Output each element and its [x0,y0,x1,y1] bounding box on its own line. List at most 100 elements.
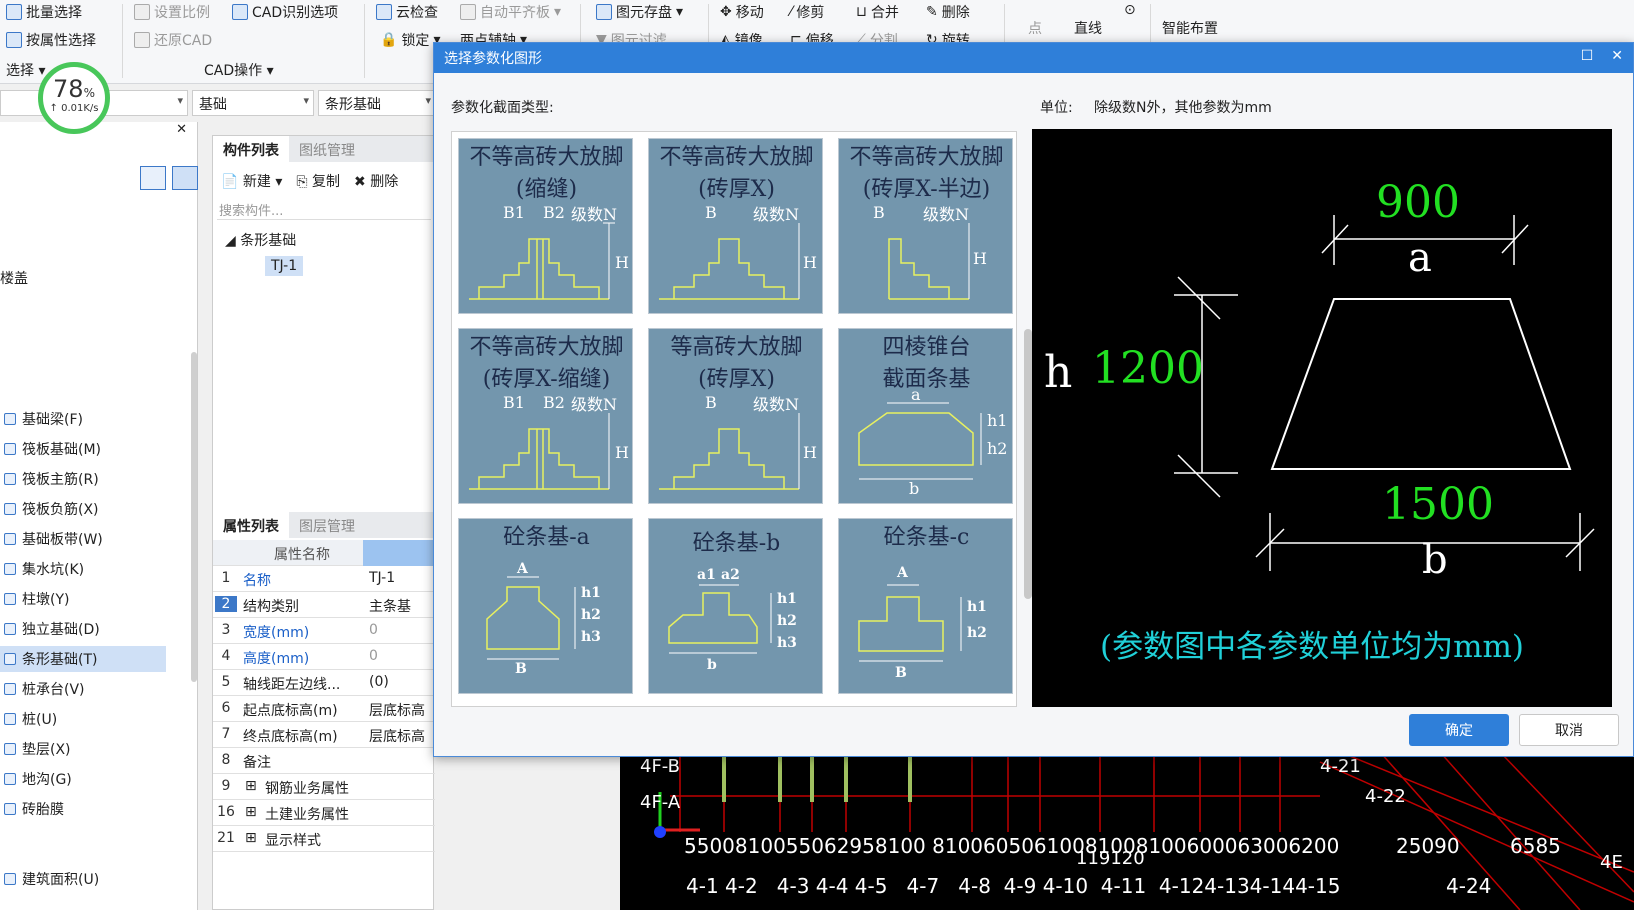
cad-recognize-options-button[interactable]: CAD识别选项 [232,2,338,22]
category-dropdown[interactable]: 基础 [192,90,314,116]
scale-icon [134,4,150,20]
nav-item[interactable]: 集水坑(K) [0,556,166,582]
ok-button[interactable]: 确定 [1409,714,1509,746]
select-by-property-button[interactable]: 按属性选择 [6,30,96,50]
batch-select-button[interactable]: 批量选择 [6,2,82,22]
nav-scrollbar[interactable] [191,352,197,682]
shape-thumb-frustum-strip[interactable]: 四棱锥台 截面条基 a h1 h2 b [838,328,1013,504]
point-button[interactable]: 点 [1028,18,1042,38]
nav-item-icon [4,653,16,665]
smart-layout-button[interactable]: 智能布置 [1162,18,1218,38]
component-tabs: 构件列表 图纸管理 [213,136,435,162]
nav-item[interactable]: 筏板主筋(R) [0,466,166,492]
merge-button[interactable]: ⊔ 合并 [856,2,899,22]
tab-component-list[interactable]: 构件列表 [213,136,289,162]
grid-view-icon[interactable] [172,166,198,190]
nav-item[interactable]: 筏板负筋(X) [0,496,166,522]
shape-thumb-brick-footing-shrink[interactable]: 不等高砖大放脚 (缩缝) B1 B2 级数N H [458,138,633,314]
expand-icon[interactable]: ⊞ [245,804,257,820]
trim-button[interactable]: ⁄ 修剪 [790,2,824,22]
property-row[interactable]: 1 名称 TJ-1 [213,566,435,592]
nav-item[interactable]: 桩承台(V) [0,676,166,702]
circle-tool-icon[interactable]: ⊙ [1124,2,1136,18]
nav-item[interactable]: 柱墩(Y) [0,586,166,612]
shape-thumb-concrete-strip-c[interactable]: 砼条基-c A h1 h2 B [838,518,1013,694]
nav-item[interactable]: 条形基础(T) [0,646,166,672]
tab-layer-management[interactable]: 图层管理 [289,512,365,538]
property-row[interactable]: 8 备注 [213,748,435,774]
line-button[interactable]: 直线 [1074,18,1102,38]
restore-icon [134,32,150,48]
cad-operations-dropdown[interactable]: CAD操作 ▾ [204,60,274,80]
property-row[interactable]: 5 轴线距左边线... (0) [213,670,435,696]
auto-level-slab-button[interactable]: 自动平齐板 ▾ [460,2,561,22]
nav-item[interactable]: 筏板基础(M) [0,436,166,462]
cancel-button[interactable]: 取消 [1519,714,1619,746]
list-view-icon[interactable] [140,166,166,190]
shape-thumb-equal-brick-footing[interactable]: 等高砖大放脚 (砖厚X) B 级数N H [648,328,823,504]
nav-item[interactable]: 独立基础(D) [0,616,166,642]
tab-drawing-management[interactable]: 图纸管理 [289,136,365,162]
nav-item-icon [4,683,16,695]
delete-button[interactable]: ✎ 删除 [926,2,970,22]
param-b-label: b [1422,537,1448,583]
property-row[interactable]: 3 宽度(mm) 0 [213,618,435,644]
nav-item-icon [4,623,16,635]
left-navigation-panel: ✕ 楼盖 基础梁(F) 筏板基础(M) 筏板主筋(R) 筏板负筋(X) 基础板带(W) 集… [0,122,198,910]
cad-drawing-canvas[interactable]: 4F-B 4F-A 4-21 4-22 4E 55008100550629581… [620,752,1634,910]
component-search-input[interactable]: 搜索构件... [217,198,431,220]
expand-icon[interactable]: ⊞ [245,778,257,794]
property-row[interactable]: 4 高度(mm) 0 [213,644,435,670]
close-icon[interactable]: ✕ [1611,48,1623,64]
shape-thumb-brick-footing-half[interactable]: 不等高砖大放脚 (砖厚X-半边) B 级数N H [838,138,1013,314]
tree-root-strip-foundation[interactable]: ◢ 条形基础 [225,230,296,250]
thumbnail-scrollbar[interactable] [1024,329,1032,599]
cad-red-gridlines [670,752,1320,832]
move-button[interactable]: ✥ 移动 [720,2,764,22]
nav-section-label: 楼盖 [0,271,28,287]
tab-property-list[interactable]: 属性列表 [213,512,289,538]
merge-icon: ⊔ [856,4,867,20]
nav-item[interactable]: 地沟(G) [0,766,166,792]
cloud-check-button[interactable]: 云检查 [376,2,438,22]
component-panel: 构件列表 图纸管理 📄 新建 ▾ ⎘ 复制 ✖ 删除 搜索构件... ◢ 条形基… [212,135,435,910]
shape-thumb-concrete-strip-a[interactable]: 砼条基-a A h1 h2 h3 B [458,518,633,694]
nav-item[interactable]: 砖胎膜 [0,796,166,822]
property-row[interactable]: 6 起点底标高(m) 层底标高 [213,696,435,722]
move-icon: ✥ [720,4,732,20]
lock-button[interactable]: 🔒 锁定 ▾ [380,30,440,50]
nav-item[interactable]: 基础梁(F) [0,406,166,432]
property-row[interactable]: 7 终点底标高(m) 层底标高 [213,722,435,748]
property-row[interactable]: 21 显示样式 ⊞ [213,826,435,852]
cad-axis-label: 4-24 [1446,874,1492,898]
shape-thumb-concrete-strip-b[interactable]: 砼条基-b a1 a2 h1 h2 h3 b [648,518,823,694]
param-b-value: 1500 [1382,479,1494,530]
property-row[interactable]: 9 钢筋业务属性 ⊞ [213,774,435,800]
nav-item-building-area[interactable]: 建筑面积(U) [0,866,166,892]
property-row[interactable]: 2 结构类别 主条基 [213,592,435,618]
nav-item-icon [4,443,16,455]
nav-item[interactable]: 基础板带(W) [0,526,166,552]
cad-icon [232,4,248,20]
nav-item[interactable]: 垫层(X) [0,736,166,762]
close-icon[interactable]: ✕ [176,122,187,137]
property-row[interactable]: 16 土建业务属性 ⊞ [213,800,435,826]
copy-component-button[interactable]: ⎘ 复制 [296,171,340,191]
new-component-button[interactable]: 📄 新建 ▾ [221,171,282,191]
param-h-label: h [1044,347,1073,398]
maximize-icon[interactable]: ☐ [1581,48,1594,64]
restore-cad-button[interactable]: 还原CAD [134,30,212,50]
tree-item-tj1[interactable]: TJ-1 [265,256,304,276]
cad-dimension-text: 119120 [1076,848,1145,869]
expand-icon[interactable]: ⊞ [245,830,257,846]
delete-component-button[interactable]: ✖ 删除 [354,171,398,191]
type-dropdown[interactable]: 条形基础 [318,90,436,116]
set-scale-button[interactable]: 设置比例 [134,2,210,22]
select-group-dropdown[interactable]: 选择 ▾ [6,60,45,80]
save-element-button[interactable]: 图元存盘 ▾ [596,2,683,22]
shape-thumb-brick-footing-thickness[interactable]: 不等高砖大放脚 (砖厚X) B 级数N H [648,138,823,314]
section-type-label: 参数化截面类型: [451,100,554,116]
nav-item-icon [4,773,16,785]
shape-thumb-brick-footing-thickness-shrink[interactable]: 不等高砖大放脚 (砖厚X-缩缝) B1 B2 级数N H [458,328,633,504]
nav-item[interactable]: 桩(U) [0,706,166,732]
